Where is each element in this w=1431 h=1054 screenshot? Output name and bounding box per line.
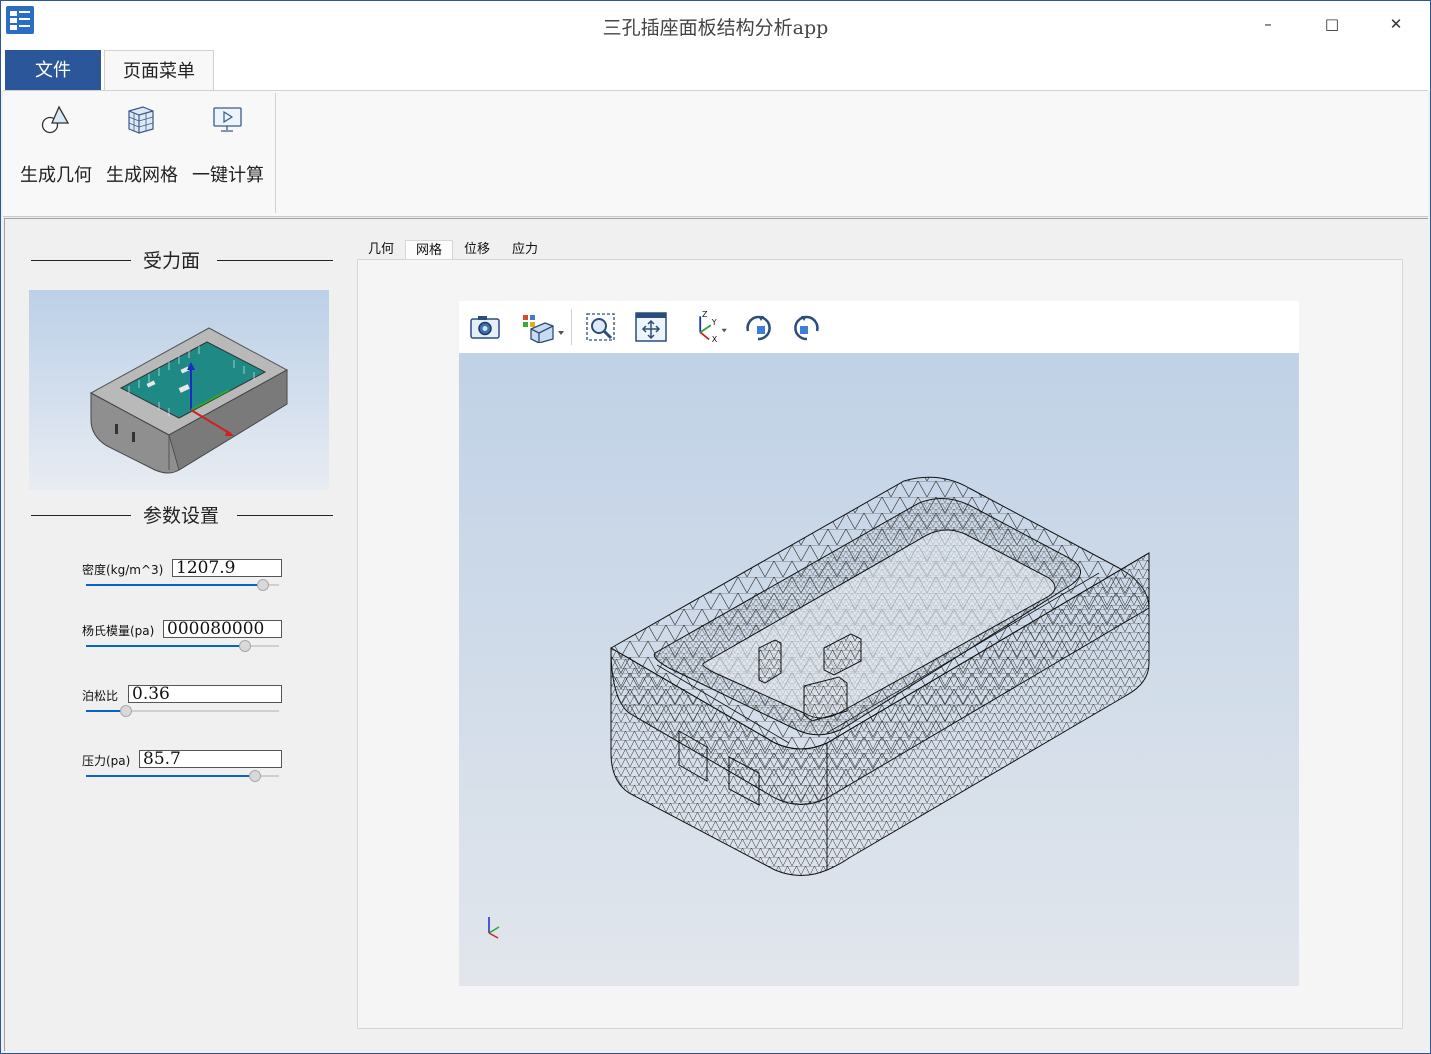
one-click-compute-label: 一键计算: [192, 165, 264, 186]
youngs-modulus-input[interactable]: 000080000: [163, 620, 282, 638]
minimize-button[interactable]: –: [1236, 1, 1300, 47]
slider-fill: [86, 584, 262, 586]
orientation-triad-icon: [488, 917, 500, 939]
axis-z-label: Z: [702, 311, 708, 319]
pressure-label: 压力(pa): [82, 754, 131, 768]
camera-icon[interactable]: [468, 311, 502, 343]
socket-model-image: [89, 327, 289, 474]
poisson-ratio-input[interactable]: 0.36: [128, 685, 282, 703]
slider-fill: [86, 645, 245, 647]
divider: [237, 515, 333, 516]
monitor-play-icon: [213, 107, 242, 132]
mesh-cube-icon: [128, 106, 154, 134]
title-bar: 三孔插座面板结构分析app – □ ✕: [1, 1, 1430, 47]
generate-mesh-button[interactable]: 生成网格: [99, 91, 185, 215]
main-content: 受力面 参数设置 密度(kg/m^3) 1207.9 杨氏模量(pa) 0000…: [4, 218, 1428, 1051]
app-window: 三孔插座面板结构分析app – □ ✕ 文件 页面菜单 生成几何 生成网格 一键…: [0, 0, 1431, 1054]
params-title: 参数设置: [143, 505, 220, 527]
tab-file[interactable]: 文件: [5, 50, 101, 91]
pressure-input[interactable]: 85.7: [139, 750, 282, 768]
slider-thumb[interactable]: [248, 770, 261, 782]
generate-mesh-label: 生成网格: [106, 165, 178, 186]
tab-stress[interactable]: 应力: [505, 240, 545, 260]
density-input[interactable]: 1207.9: [172, 559, 282, 577]
youngs-modulus-slider[interactable]: [86, 639, 279, 653]
axis-x-label: X: [712, 335, 718, 343]
tab-mesh[interactable]: 网格: [405, 240, 453, 261]
generate-geometry-button[interactable]: 生成几何: [13, 91, 99, 215]
tab-geometry[interactable]: 几何: [363, 240, 399, 260]
rotate-ccw-icon[interactable]: [790, 311, 824, 343]
view-tab-panel: Z Y X: [357, 259, 1403, 1029]
ribbon-separator: [275, 93, 276, 213]
fit-all-icon[interactable]: [634, 311, 668, 343]
close-button[interactable]: ✕: [1364, 1, 1428, 47]
slider-thumb[interactable]: [119, 705, 132, 717]
viewer-toolbar: Z Y X: [459, 301, 1299, 353]
poisson-ratio-label: 泊松比: [82, 689, 119, 703]
slider-thumb[interactable]: [239, 640, 252, 652]
geometry-icon: [41, 105, 70, 134]
zoom-box-icon[interactable]: [584, 311, 618, 343]
tab-displacement[interactable]: 位移: [457, 240, 497, 260]
density-slider[interactable]: [86, 578, 279, 592]
slider-thumb[interactable]: [256, 579, 269, 591]
maximize-button[interactable]: □: [1300, 1, 1364, 47]
force-face-preview: [29, 290, 329, 490]
slider-fill: [86, 710, 125, 712]
params-header: 参数设置: [31, 501, 333, 531]
slider-fill: [86, 775, 254, 777]
pressure-slider[interactable]: [86, 769, 279, 783]
divider: [31, 260, 131, 261]
toolbar-separator: [571, 309, 572, 345]
3d-viewer[interactable]: Z Y X: [459, 301, 1299, 986]
force-face-header: 受力面: [31, 246, 333, 276]
one-click-compute-button[interactable]: 一键计算: [185, 91, 271, 215]
density-label: 密度(kg/m^3): [82, 563, 164, 577]
ribbon-tab-bar: 文件 页面菜单: [1, 47, 1430, 92]
poisson-ratio-slider[interactable]: [86, 704, 279, 718]
divider: [217, 260, 333, 261]
axis-xyz-icon[interactable]: Z Y X: [687, 311, 733, 343]
force-face-title: 受力面: [143, 250, 201, 272]
view-cube-icon[interactable]: [521, 311, 567, 343]
mesh-wireframe-model: [610, 476, 1150, 876]
rotate-cw-icon[interactable]: [741, 311, 775, 343]
divider: [31, 515, 131, 516]
tab-page-menu[interactable]: 页面菜单: [104, 50, 214, 92]
generate-geometry-label: 生成几何: [20, 165, 92, 186]
window-title: 三孔插座面板结构分析app: [602, 17, 829, 39]
axis-y-label: Y: [711, 318, 717, 327]
ribbon-panel: 生成几何 生成网格 一键计算: [3, 90, 1428, 217]
youngs-modulus-label: 杨氏模量(pa): [82, 624, 155, 638]
